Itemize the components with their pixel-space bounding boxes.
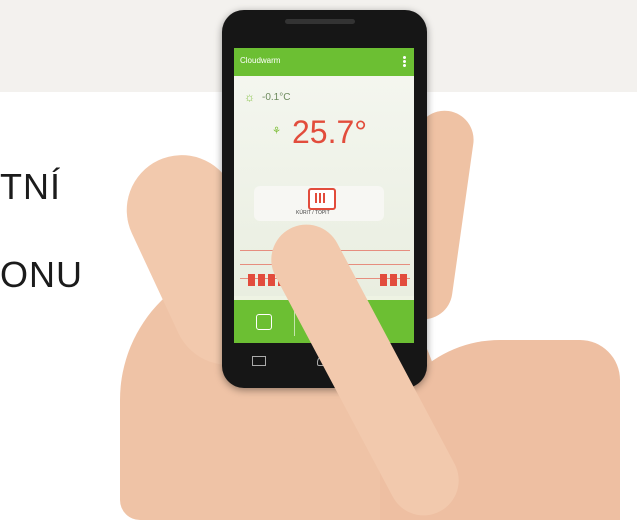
app-header: Cloudwarm bbox=[234, 48, 414, 76]
chart-bar bbox=[390, 274, 397, 286]
back-icon[interactable] bbox=[252, 356, 266, 366]
app-logo: Cloudwarm bbox=[240, 56, 281, 65]
phone-speaker bbox=[285, 19, 355, 24]
chart-bar bbox=[400, 274, 407, 286]
thermometer-icon: ⚘ bbox=[272, 126, 281, 137]
tab-manual[interactable] bbox=[234, 300, 294, 343]
overflow-menu-icon[interactable] bbox=[403, 56, 406, 68]
room-temperature: 25.7° bbox=[292, 114, 368, 150]
chart-bar bbox=[258, 274, 265, 286]
hand-icon bbox=[256, 314, 272, 330]
sun-icon: ☼ bbox=[244, 90, 255, 104]
heating-label: KÚRIT / TOPIT bbox=[296, 210, 330, 216]
background-headline-2: ONU bbox=[0, 254, 83, 295]
chart-bar bbox=[268, 274, 275, 286]
chart-bar bbox=[380, 274, 387, 286]
background-headline-1: TNÍ bbox=[0, 166, 61, 207]
heating-button[interactable] bbox=[308, 188, 336, 210]
chart-bar bbox=[248, 274, 255, 286]
outside-temperature: -0.1°C bbox=[262, 92, 291, 103]
